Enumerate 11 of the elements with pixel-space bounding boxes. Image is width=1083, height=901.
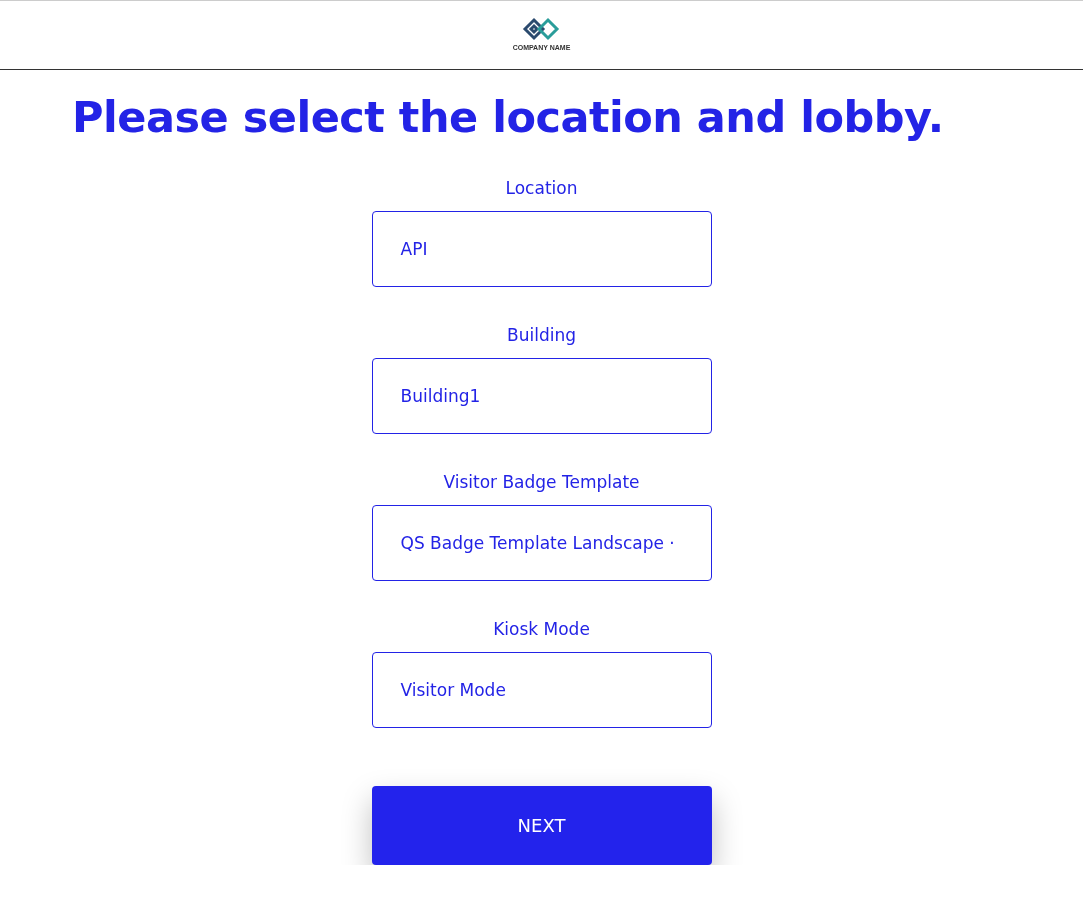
select-field[interactable]: API: [371, 211, 712, 287]
field-label: Location: [505, 178, 578, 198]
field-label: Kiosk Mode: [493, 619, 590, 639]
logo-icon: [521, 15, 562, 42]
select-field[interactable]: Visitor Mode: [371, 652, 712, 728]
page-title: Please select the location and lobby.: [72, 92, 945, 142]
field-label: Building: [507, 325, 576, 345]
select-field[interactable]: Building1: [371, 358, 712, 434]
next-button[interactable]: NEXT: [371, 786, 712, 865]
select-field[interactable]: QS Badge Template Landscape ·: [371, 505, 712, 581]
field-label: Visitor Badge Template: [443, 472, 640, 492]
